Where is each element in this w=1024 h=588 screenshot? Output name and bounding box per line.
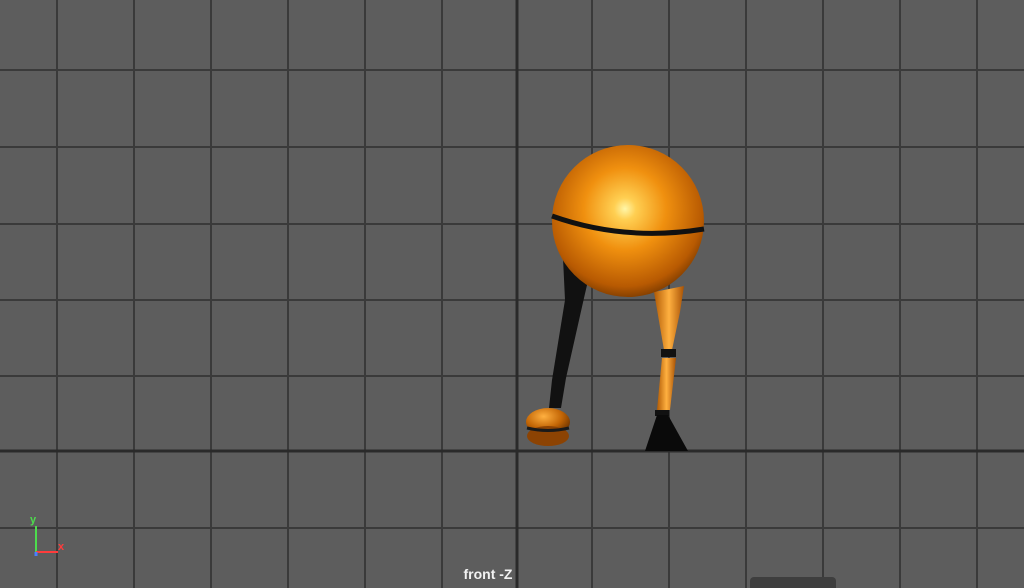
front-viewport[interactable]: y x front -Z	[0, 0, 1024, 588]
y-axis-label: y	[30, 514, 37, 526]
viewport-bottom-tab[interactable]	[750, 577, 836, 588]
character-model[interactable]	[0, 0, 1024, 588]
axis-gizmo: y x	[24, 512, 74, 562]
right-foot	[645, 415, 688, 451]
right-leg	[654, 286, 684, 416]
x-axis-label: x	[58, 541, 65, 553]
left-foot	[526, 408, 570, 446]
